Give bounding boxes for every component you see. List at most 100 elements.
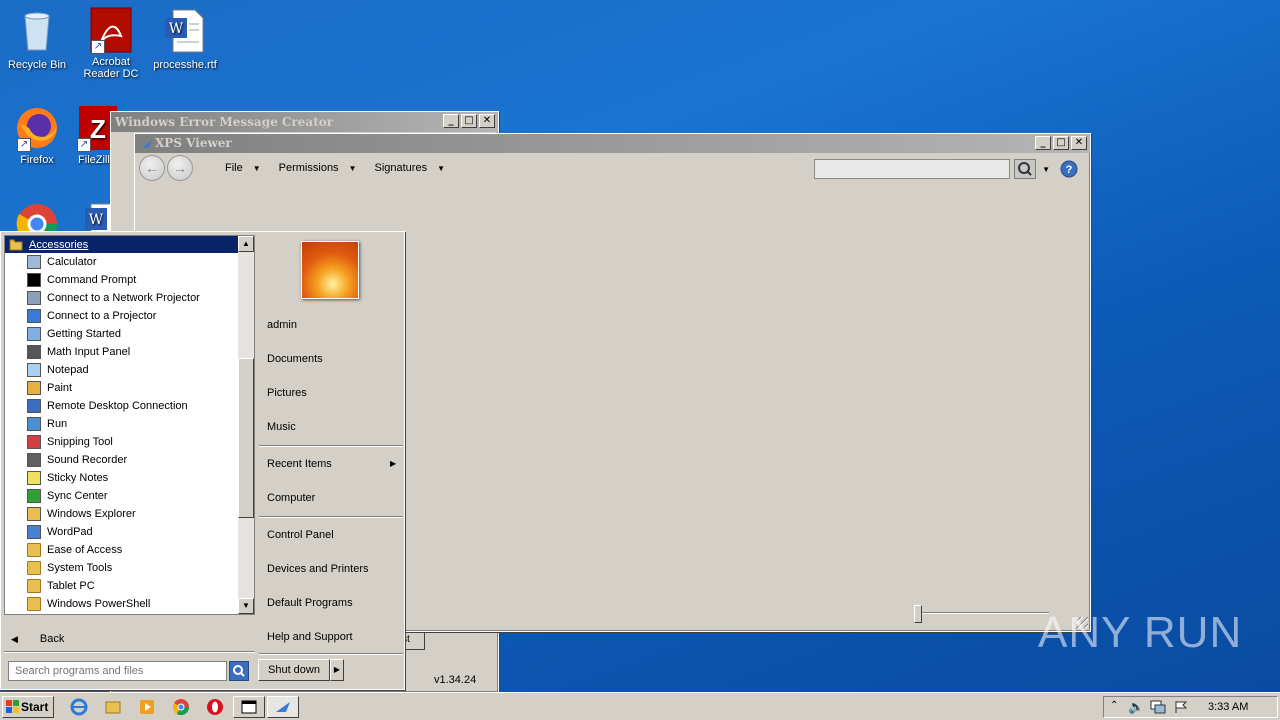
- taskbar-window-button[interactable]: [233, 696, 265, 718]
- program-item[interactable]: Math Input Panel: [5, 343, 254, 361]
- scrollbar-thumb[interactable]: [238, 358, 254, 518]
- shutdown-options-button[interactable]: ▶: [330, 659, 344, 681]
- desktop-icon-recycle-bin[interactable]: Recycle Bin: [0, 6, 74, 71]
- program-label: Connect to a Network Projector: [47, 292, 200, 304]
- program-label: Math Input Panel: [47, 346, 131, 358]
- program-item[interactable]: Getting Started: [5, 325, 254, 343]
- maximize-button[interactable]: □: [461, 114, 477, 128]
- shortcut-arrow-icon: ↗: [91, 40, 105, 54]
- getting-started-icon: [27, 327, 41, 341]
- program-label: Paint: [47, 382, 73, 394]
- music-link[interactable]: Music: [267, 421, 296, 433]
- program-item[interactable]: Sound Recorder: [5, 451, 254, 469]
- program-item[interactable]: Ease of Access: [5, 541, 254, 559]
- program-item[interactable]: Windows Explorer: [5, 505, 254, 523]
- desktop-icon-acrobat[interactable]: ↗ Acrobat Reader DC: [74, 6, 148, 80]
- taskbar-xps-button[interactable]: [267, 696, 299, 718]
- svg-text:Z: Z: [90, 114, 106, 144]
- show-hidden-icons-icon[interactable]: ⌃: [1110, 700, 1118, 711]
- volume-icon[interactable]: 🔈: [1128, 699, 1144, 715]
- program-item[interactable]: Paint: [5, 379, 254, 397]
- menu-permissions[interactable]: Permissions ▼: [279, 162, 357, 174]
- media-player-icon[interactable]: [138, 698, 156, 716]
- back-button[interactable]: ◀ Back: [11, 633, 64, 645]
- folder-open-icon: [9, 239, 23, 251]
- devices-printers-link[interactable]: Devices and Printers: [267, 563, 369, 575]
- program-label: WordPad: [47, 526, 93, 538]
- start-menu: Accessories Calculator Command Prompt Conn…: [0, 231, 405, 690]
- back-nav-button[interactable]: ←: [139, 155, 165, 181]
- internet-explorer-icon[interactable]: [70, 698, 88, 716]
- maximize-button[interactable]: □: [1053, 136, 1069, 150]
- program-item[interactable]: WordPad: [5, 523, 254, 541]
- user-avatar[interactable]: [301, 241, 359, 299]
- program-item[interactable]: Remote Desktop Connection: [5, 397, 254, 415]
- program-item[interactable]: Tablet PC: [5, 577, 254, 595]
- window-titlebar[interactable]: Windows Error Message Creator _ □ ✕: [111, 112, 498, 132]
- program-item[interactable]: Windows PowerShell: [5, 595, 254, 613]
- xps-search-input[interactable]: [814, 159, 1010, 179]
- program-item[interactable]: System Tools: [5, 559, 254, 577]
- program-item[interactable]: Command Prompt: [5, 271, 254, 289]
- scroll-up-arrow-icon[interactable]: ▲: [238, 236, 254, 252]
- control-panel-link[interactable]: Control Panel: [267, 529, 334, 541]
- windows-explorer-icon[interactable]: [104, 698, 122, 716]
- start-search-input[interactable]: [8, 661, 227, 681]
- program-item[interactable]: Notepad: [5, 361, 254, 379]
- program-item[interactable]: Snipping Tool: [5, 433, 254, 451]
- start-button[interactable]: Start: [2, 696, 54, 718]
- sticky-notes-icon: [27, 471, 41, 485]
- program-label: Connect to a Projector: [47, 310, 157, 322]
- default-programs-link[interactable]: Default Programs: [267, 597, 353, 609]
- program-items: Calculator Command Prompt Connect to a Net…: [5, 253, 254, 613]
- notepad-icon: [27, 363, 41, 377]
- program-item[interactable]: Calculator: [5, 253, 254, 271]
- minimize-button[interactable]: _: [1035, 136, 1051, 150]
- close-button[interactable]: ✕: [1071, 136, 1087, 150]
- desktop-icon-processhe[interactable]: W processhe.rtf: [148, 6, 222, 71]
- divider: [259, 516, 403, 518]
- programs-scrollbar[interactable]: ▲ ▼: [238, 236, 254, 614]
- minimize-button[interactable]: _: [443, 114, 459, 128]
- paint-icon: [27, 381, 41, 395]
- accessories-folder-header[interactable]: Accessories: [5, 236, 239, 253]
- zoom-slider-track[interactable]: [917, 612, 1049, 614]
- opera-icon[interactable]: [206, 698, 224, 716]
- documents-link[interactable]: Documents: [267, 353, 323, 365]
- user-name[interactable]: admin: [267, 319, 297, 331]
- forward-nav-button[interactable]: →: [167, 155, 193, 181]
- run-icon: [27, 417, 41, 431]
- shutdown-button[interactable]: Shut down: [258, 659, 330, 681]
- window-titlebar[interactable]: XPS Viewer _ □ ✕: [135, 134, 1090, 153]
- anyrun-watermark: ANY RUN: [1038, 608, 1243, 657]
- computer-link[interactable]: Computer: [267, 492, 315, 504]
- menu-file[interactable]: File ▼: [225, 162, 261, 174]
- recent-items-link[interactable]: Recent Items: [267, 458, 332, 470]
- search-options-caret-icon[interactable]: ▼: [1042, 165, 1050, 174]
- search-button[interactable]: [1014, 159, 1036, 179]
- program-item[interactable]: Connect to a Projector: [5, 307, 254, 325]
- network-icon[interactable]: [1150, 700, 1166, 714]
- scroll-down-arrow-icon[interactable]: ▼: [238, 598, 254, 614]
- xps-toolbar: ← → File ▼ Permissions ▼ Signatures ▼ ▼ ?: [135, 153, 1090, 183]
- search-icon: [233, 665, 245, 677]
- search-icon: [1018, 162, 1032, 176]
- zoom-slider-thumb[interactable]: [914, 605, 922, 623]
- help-support-link[interactable]: Help and Support: [267, 631, 353, 643]
- help-icon[interactable]: ?: [1060, 160, 1078, 178]
- menu-signatures[interactable]: Signatures ▼: [374, 162, 445, 174]
- program-item[interactable]: Run: [5, 415, 254, 433]
- pictures-link[interactable]: Pictures: [267, 387, 307, 399]
- program-item[interactable]: Connect to a Network Projector: [5, 289, 254, 307]
- svg-text:W: W: [169, 21, 184, 37]
- divider: [4, 651, 255, 653]
- start-search-button[interactable]: [229, 661, 249, 681]
- chrome-icon[interactable]: [172, 698, 190, 716]
- close-button[interactable]: ✕: [479, 114, 495, 128]
- program-item[interactable]: Sync Center: [5, 487, 254, 505]
- clock[interactable]: 3:33 AM: [1208, 701, 1248, 713]
- action-center-flag-icon[interactable]: [1174, 700, 1188, 714]
- remote-desktop-icon: [27, 399, 41, 413]
- program-item[interactable]: Sticky Notes: [5, 469, 254, 487]
- dropdown-caret-icon: ▼: [348, 163, 357, 173]
